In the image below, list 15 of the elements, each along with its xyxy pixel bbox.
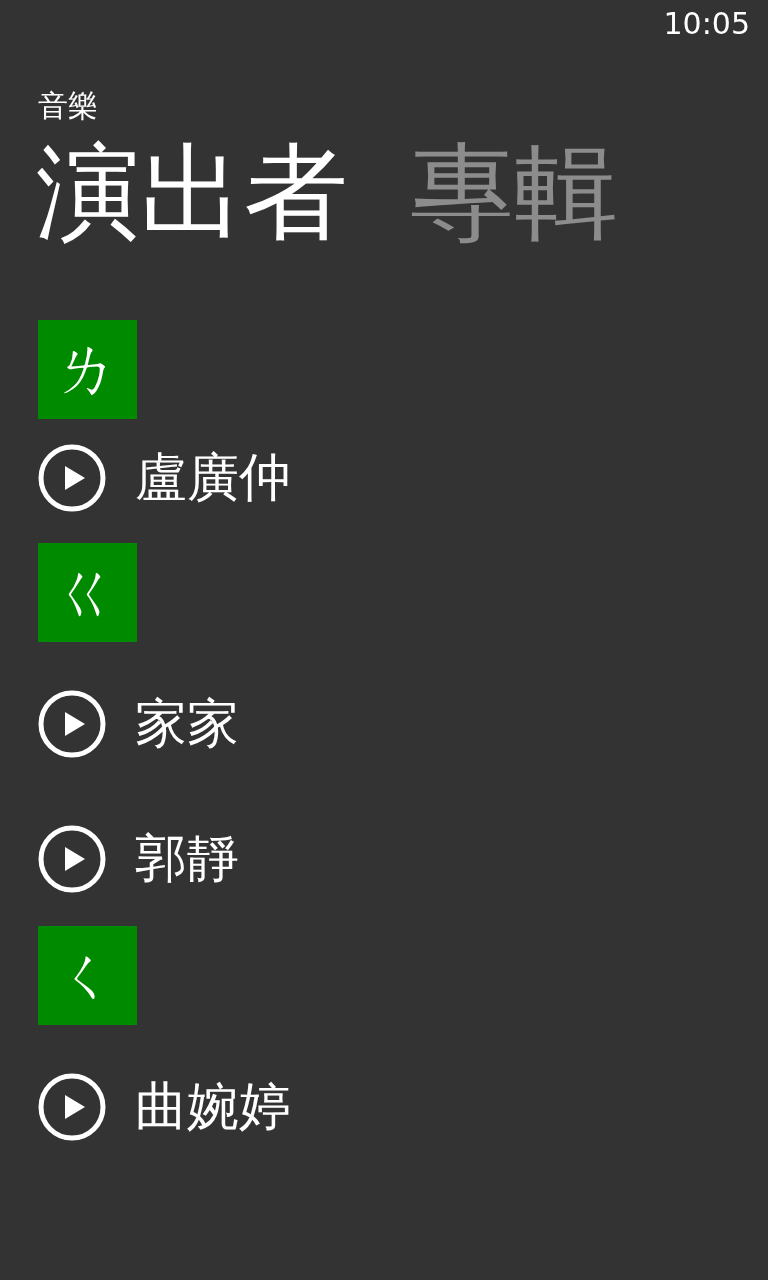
pivot-header[interactable]: 演出者 xyxy=(36,132,348,252)
play-icon[interactable] xyxy=(38,689,106,758)
group-tile[interactable]: ㄑ xyxy=(38,926,137,1025)
play-icon[interactable] xyxy=(38,824,106,893)
group-tile[interactable]: ㄍ xyxy=(38,543,137,642)
pivot-header[interactable]: 專輯 xyxy=(410,132,618,252)
group-tile[interactable]: ㄌ xyxy=(38,320,137,419)
artist-name[interactable]: 曲婉婷 xyxy=(135,1071,291,1142)
app-title: 音樂 xyxy=(38,87,98,125)
artist-name[interactable]: 盧廣仲 xyxy=(135,443,291,513)
play-icon[interactable] xyxy=(38,1072,106,1141)
artist-name[interactable]: 家家 xyxy=(135,688,239,759)
status-time: 10:05 xyxy=(663,6,750,43)
play-icon[interactable] xyxy=(38,444,106,512)
artist-name[interactable]: 郭靜 xyxy=(135,823,239,894)
